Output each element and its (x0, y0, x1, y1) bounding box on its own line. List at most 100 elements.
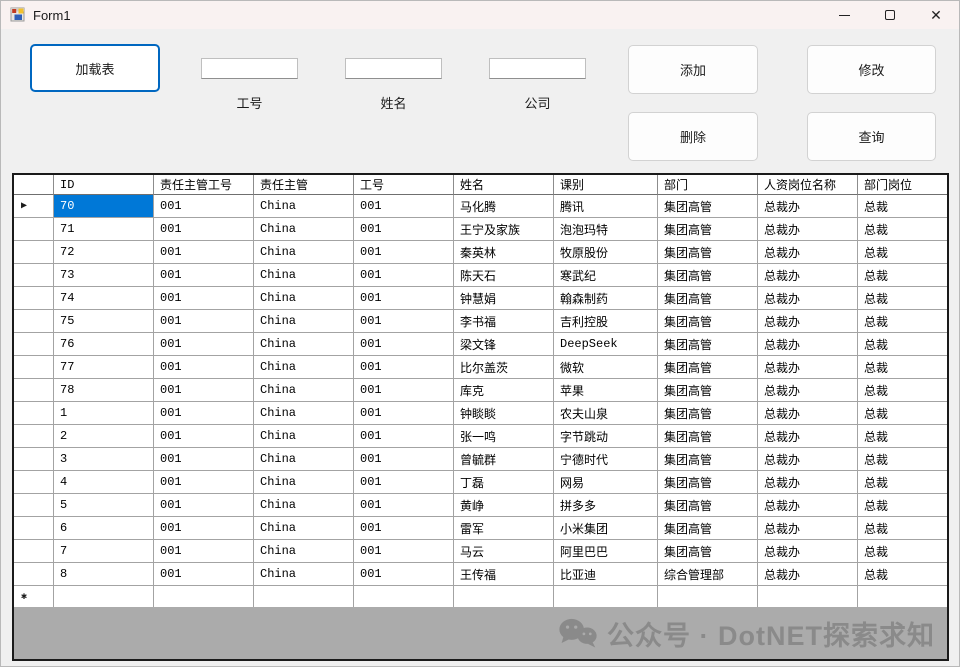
corner-header-cell[interactable] (14, 175, 54, 195)
grid-cell[interactable]: 75 (54, 310, 154, 333)
row-header[interactable] (14, 218, 54, 241)
grid-cell[interactable]: 001 (354, 356, 454, 379)
grid-cell[interactable]: 总裁 (858, 471, 947, 494)
grid-cell[interactable]: 001 (354, 494, 454, 517)
grid-cell[interactable]: 黄峥 (454, 494, 554, 517)
grid-cell[interactable]: 001 (354, 379, 454, 402)
grid-cell[interactable]: 001 (154, 425, 254, 448)
grid-cell[interactable]: 总裁 (858, 310, 947, 333)
grid-cell[interactable]: 6 (54, 517, 154, 540)
company-input[interactable] (489, 58, 586, 79)
row-header[interactable] (14, 540, 54, 563)
grid-cell[interactable]: 总裁 (858, 264, 947, 287)
grid-cell[interactable]: 001 (354, 264, 454, 287)
grid-cell[interactable]: 001 (154, 540, 254, 563)
grid-cell[interactable]: 总裁办 (758, 517, 858, 540)
grid-cell[interactable]: 2 (54, 425, 154, 448)
grid-cell[interactable]: China (254, 310, 354, 333)
emp-no-input[interactable] (201, 58, 298, 79)
grid-cell[interactable]: 总裁办 (758, 264, 858, 287)
grid-cell[interactable]: 总裁 (858, 333, 947, 356)
grid-cell[interactable]: 70 (54, 195, 154, 218)
grid-cell[interactable]: 001 (354, 563, 454, 586)
grid-cell[interactable]: 比尔盖茨 (454, 356, 554, 379)
grid-cell[interactable]: 总裁办 (758, 425, 858, 448)
grid-cell[interactable] (254, 586, 354, 609)
data-grid[interactable]: ID责任主管工号责任主管工号姓名课别部门人资岗位名称部门岗位 ▶70001Chi… (12, 173, 949, 661)
grid-cell[interactable] (154, 586, 254, 609)
grid-cell[interactable]: 001 (154, 333, 254, 356)
grid-cell[interactable]: 001 (154, 195, 254, 218)
grid-cell[interactable]: 001 (154, 264, 254, 287)
grid-cell[interactable]: 总裁 (858, 241, 947, 264)
grid-cell[interactable]: 集团高管 (658, 517, 758, 540)
grid-cell[interactable]: 总裁 (858, 218, 947, 241)
row-header[interactable] (14, 402, 54, 425)
grid-cell[interactable]: 总裁 (858, 425, 947, 448)
grid-cell[interactable]: 马化腾 (454, 195, 554, 218)
grid-cell[interactable]: 001 (154, 241, 254, 264)
row-header[interactable] (14, 356, 54, 379)
grid-cell[interactable] (554, 586, 658, 609)
row-header[interactable]: ✱ (14, 586, 54, 609)
grid-cell[interactable] (758, 586, 858, 609)
row-header[interactable] (14, 379, 54, 402)
grid-cell[interactable]: 寒武纪 (554, 264, 658, 287)
grid-cell[interactable]: 8 (54, 563, 154, 586)
column-header-supervisor_no[interactable]: 责任主管工号 (154, 175, 254, 195)
grid-cell[interactable]: 农夫山泉 (554, 402, 658, 425)
column-header-name[interactable]: 姓名 (454, 175, 554, 195)
grid-cell[interactable]: 集团高管 (658, 218, 758, 241)
grid-cell[interactable]: 总裁办 (758, 563, 858, 586)
table-row[interactable]: 72001China001秦英林牧原股份集团高管总裁办总裁 (14, 241, 947, 264)
grid-cell[interactable]: China (254, 540, 354, 563)
grid-cell[interactable]: 集团高管 (658, 494, 758, 517)
row-header[interactable] (14, 448, 54, 471)
grid-cell[interactable]: 秦英林 (454, 241, 554, 264)
table-row[interactable]: 7001China001马云阿里巴巴集团高管总裁办总裁 (14, 540, 947, 563)
grid-cell[interactable]: 总裁 (858, 287, 947, 310)
query-button[interactable]: 查询 (807, 112, 936, 161)
grid-cell[interactable]: 集团高管 (658, 425, 758, 448)
grid-cell[interactable]: 001 (354, 448, 454, 471)
grid-cell[interactable]: 总裁办 (758, 356, 858, 379)
grid-cell[interactable]: 腾讯 (554, 195, 658, 218)
grid-cell[interactable]: 3 (54, 448, 154, 471)
grid-cell[interactable]: China (254, 402, 354, 425)
grid-cell[interactable]: DeepSeek (554, 333, 658, 356)
grid-cell[interactable]: 吉利控股 (554, 310, 658, 333)
grid-cell[interactable]: 001 (154, 356, 254, 379)
row-header[interactable] (14, 425, 54, 448)
table-row[interactable]: 2001China001张一鸣字节跳动集团高管总裁办总裁 (14, 425, 947, 448)
table-row[interactable]: 74001China001钟慧娟翰森制药集团高管总裁办总裁 (14, 287, 947, 310)
row-header[interactable] (14, 471, 54, 494)
grid-cell[interactable]: 001 (354, 195, 454, 218)
grid-cell[interactable]: 牧原股份 (554, 241, 658, 264)
grid-cell[interactable]: 001 (354, 218, 454, 241)
row-header[interactable] (14, 517, 54, 540)
grid-cell[interactable]: 5 (54, 494, 154, 517)
column-header-class[interactable]: 课别 (554, 175, 658, 195)
table-row[interactable]: 5001China001黄峥拼多多集团高管总裁办总裁 (14, 494, 947, 517)
grid-cell[interactable]: 总裁 (858, 402, 947, 425)
maximize-button[interactable] (867, 1, 913, 29)
grid-cell[interactable]: China (254, 241, 354, 264)
grid-cell[interactable]: China (254, 287, 354, 310)
table-row[interactable]: 76001China001梁文锋DeepSeek集团高管总裁办总裁 (14, 333, 947, 356)
close-button[interactable]: ✕ (913, 1, 959, 29)
grid-cell[interactable]: 集团高管 (658, 540, 758, 563)
grid-cell[interactable]: 001 (354, 241, 454, 264)
grid-cell[interactable]: 总裁 (858, 448, 947, 471)
table-row[interactable]: 1001China001钟睒睒农夫山泉集团高管总裁办总裁 (14, 402, 947, 425)
grid-cell[interactable]: 001 (354, 540, 454, 563)
grid-cell[interactable]: 001 (354, 287, 454, 310)
grid-cell[interactable]: 宁德时代 (554, 448, 658, 471)
column-header-dept_pos[interactable]: 部门岗位 (858, 175, 947, 195)
grid-cell[interactable]: 001 (154, 494, 254, 517)
table-row[interactable]: ▶70001China001马化腾腾讯集团高管总裁办总裁 (14, 195, 947, 218)
grid-cell[interactable]: 总裁 (858, 563, 947, 586)
grid-cell[interactable]: 001 (154, 517, 254, 540)
grid-cell[interactable]: 总裁 (858, 356, 947, 379)
grid-cell[interactable]: China (254, 264, 354, 287)
name-input[interactable] (345, 58, 442, 79)
